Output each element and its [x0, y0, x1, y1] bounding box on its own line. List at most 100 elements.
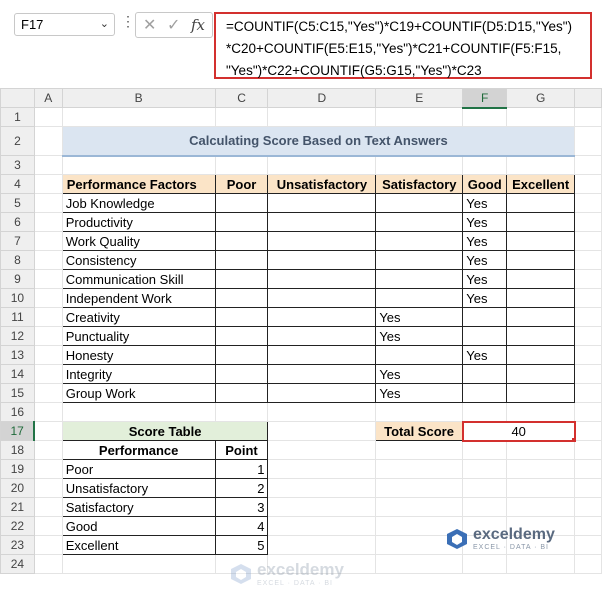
table-cell[interactable] [267, 364, 377, 384]
table-cell[interactable] [267, 231, 377, 251]
score-point[interactable]: 3 [214, 497, 269, 517]
row-header-selected[interactable]: 17 [0, 421, 36, 441]
table-cell[interactable] [214, 269, 269, 289]
cancel-icon[interactable]: ✕ [143, 15, 156, 35]
table-cell[interactable] [506, 269, 576, 289]
row-header[interactable]: 24 [0, 554, 35, 574]
table-cell[interactable] [375, 345, 464, 365]
row-header[interactable]: 22 [0, 516, 35, 536]
column-header[interactable]: D [267, 88, 377, 108]
table-cell[interactable] [267, 326, 377, 346]
row-header[interactable]: 8 [0, 250, 35, 270]
table-cell[interactable]: Group Work [61, 383, 216, 403]
column-header[interactable]: C [214, 88, 269, 108]
row-header[interactable]: 20 [0, 478, 35, 498]
table-cell[interactable] [375, 269, 464, 289]
row-header[interactable]: 4 [0, 174, 35, 194]
name-box[interactable]: F17 ⌄ [14, 13, 115, 36]
score-label[interactable]: Satisfactory [61, 497, 216, 517]
table-cell[interactable]: Yes [462, 345, 508, 365]
table-header-cell[interactable]: Poor [214, 174, 269, 194]
total-score-label[interactable]: Total Score [375, 421, 464, 441]
row-header[interactable]: 12 [0, 326, 35, 346]
column-header-selected[interactable]: F [462, 88, 508, 109]
table-cell[interactable] [506, 231, 576, 251]
table-header-cell[interactable]: Performance Factors [61, 174, 216, 194]
table-cell[interactable] [462, 307, 508, 327]
table-cell[interactable]: Yes [462, 269, 508, 289]
table-cell[interactable] [506, 383, 576, 403]
row-header[interactable]: 7 [0, 231, 35, 251]
table-cell[interactable]: Yes [375, 383, 464, 403]
column-header[interactable]: E [375, 88, 464, 108]
table-cell[interactable]: Yes [375, 326, 464, 346]
row-header[interactable]: 23 [0, 535, 35, 555]
table-cell[interactable]: Communication Skill [61, 269, 216, 289]
fill-handle[interactable] [571, 437, 573, 439]
table-cell[interactable] [214, 288, 269, 308]
row-header[interactable]: 14 [0, 364, 35, 384]
table-cell[interactable] [267, 383, 377, 403]
page-title[interactable]: Calculating Score Based on Text Answers [61, 126, 576, 157]
formula-input[interactable]: =COUNTIF(C5:C15,"Yes")*C19+COUNTIF(D5:D1… [214, 12, 592, 79]
table-cell[interactable] [375, 231, 464, 251]
insert-function-icon[interactable]: fx [191, 16, 205, 34]
score-label[interactable]: Good [61, 516, 216, 536]
row-header[interactable]: 19 [0, 459, 35, 479]
table-cell[interactable]: Job Knowledge [61, 193, 216, 213]
table-cell[interactable] [375, 250, 464, 270]
score-table-title[interactable]: Score Table [61, 421, 269, 441]
enter-icon[interactable]: ✓ [167, 15, 180, 35]
score-point[interactable]: 2 [214, 478, 269, 498]
row-header[interactable]: 1 [0, 107, 35, 127]
score-table-header[interactable]: Performance [61, 440, 216, 460]
table-cell[interactable]: Yes [462, 193, 508, 213]
row-header[interactable]: 5 [0, 193, 35, 213]
table-cell[interactable] [506, 364, 576, 384]
table-cell[interactable]: Yes [375, 364, 464, 384]
column-header[interactable]: B [61, 88, 216, 108]
table-cell[interactable] [214, 231, 269, 251]
table-cell[interactable] [214, 193, 269, 213]
score-point[interactable]: 1 [214, 459, 269, 479]
column-header[interactable]: A [33, 88, 63, 108]
score-point[interactable]: 4 [214, 516, 269, 536]
table-cell[interactable] [462, 364, 508, 384]
table-header-cell[interactable]: Excellent [506, 174, 576, 194]
row-header[interactable]: 15 [0, 383, 35, 403]
row-header[interactable]: 21 [0, 497, 35, 517]
table-cell[interactable]: Integrity [61, 364, 216, 384]
table-cell[interactable] [267, 193, 377, 213]
row-header[interactable]: 9 [0, 269, 35, 289]
row-header[interactable]: 13 [0, 345, 35, 365]
table-cell[interactable] [506, 250, 576, 270]
table-cell[interactable]: Creativity [61, 307, 216, 327]
table-cell[interactable] [375, 288, 464, 308]
table-cell[interactable] [214, 345, 269, 365]
row-header[interactable]: 11 [0, 307, 35, 327]
table-cell[interactable] [214, 212, 269, 232]
table-cell[interactable]: Consistency [61, 250, 216, 270]
table-cell[interactable]: Yes [462, 250, 508, 270]
table-cell[interactable] [267, 288, 377, 308]
row-header[interactable]: 3 [0, 155, 35, 175]
table-cell[interactable] [506, 326, 576, 346]
table-cell[interactable]: Yes [462, 212, 508, 232]
row-header[interactable]: 16 [0, 402, 35, 422]
table-cell[interactable] [267, 269, 377, 289]
table-cell[interactable]: Honesty [61, 345, 216, 365]
table-cell[interactable] [506, 288, 576, 308]
table-cell[interactable]: Yes [462, 288, 508, 308]
table-cell[interactable] [267, 212, 377, 232]
table-cell[interactable] [214, 383, 269, 403]
score-label[interactable]: Excellent [61, 535, 216, 555]
table-cell[interactable]: Punctuality [61, 326, 216, 346]
table-cell[interactable] [214, 326, 269, 346]
table-cell[interactable]: Yes [462, 231, 508, 251]
row-header[interactable]: 2 [0, 126, 35, 156]
table-cell[interactable] [462, 383, 508, 403]
table-cell[interactable]: Yes [375, 307, 464, 327]
select-all-corner[interactable] [0, 88, 35, 108]
table-cell[interactable] [214, 307, 269, 327]
table-cell[interactable] [267, 345, 377, 365]
